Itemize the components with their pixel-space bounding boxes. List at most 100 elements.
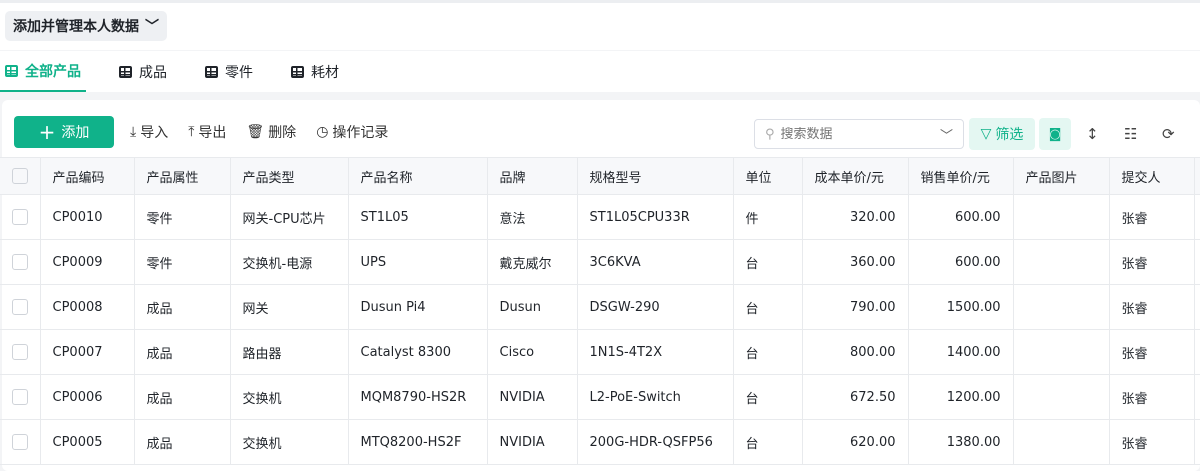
table-cell: 张睿 bbox=[1109, 374, 1195, 420]
column-header[interactable]: 产品属性 bbox=[134, 157, 231, 195]
delete-label: 删除 bbox=[268, 125, 297, 141]
table-cell: 1400.00 bbox=[908, 329, 1014, 375]
main-panel: +添加 ⤓导入 ⤒导出 🗑删除 ◷操作记录 ⚲﹀ ▽筛选 ◙ ↕ ☷ ⟳ 产品编… bbox=[0, 100, 1200, 471]
table-cell: NVIDIA bbox=[487, 374, 578, 420]
table-cell: 路由器 bbox=[230, 329, 349, 375]
tab-all-products[interactable]: 全部产品 bbox=[0, 51, 86, 92]
plus-icon: + bbox=[38, 120, 56, 144]
table-cell bbox=[1013, 284, 1110, 330]
search-box[interactable]: ⚲﹀ bbox=[754, 119, 964, 149]
table-cell: CP0005 bbox=[40, 419, 135, 465]
table-cell: 台 bbox=[733, 239, 803, 285]
table-icon bbox=[119, 65, 132, 78]
table-cell: CP0007 bbox=[40, 329, 135, 375]
tab-bar: 全部产品 成品 零件 耗材 bbox=[0, 51, 1200, 92]
table-cell: 成品 bbox=[134, 374, 231, 420]
table-cell: 台 bbox=[733, 374, 803, 420]
download-icon: ⤓ bbox=[130, 124, 137, 140]
top-bar: 添加并管理本人数据 ﹀ bbox=[0, 0, 1200, 50]
tab-label: 成品 bbox=[139, 64, 167, 81]
table-cell: 790.00 bbox=[802, 284, 909, 330]
table-row[interactable]: CP0007 成品 路由器 Catalyst 8300 Cisco 1N1S-4T2X 台 8… bbox=[0, 329, 1200, 375]
table-cell: 交换机-电源 bbox=[230, 239, 349, 285]
chevron-down-icon[interactable]: ﹀ bbox=[940, 125, 953, 144]
row-checkbox[interactable] bbox=[12, 299, 28, 315]
filter-icon: ▽ bbox=[980, 126, 992, 142]
column-header[interactable]: 品牌 bbox=[487, 157, 578, 195]
table-row[interactable]: CP0009 零件 交换机-电源 UPS 戴克威尔 3C6KVA 台 360.00 600.00… bbox=[0, 239, 1200, 285]
tab-parts[interactable]: 零件 bbox=[200, 51, 258, 92]
column-header[interactable]: 单位 bbox=[733, 157, 803, 195]
filter-button[interactable]: ▽ 筛选 bbox=[969, 118, 1035, 150]
tab-label: 耗材 bbox=[311, 64, 339, 81]
table-cell: 1N1S-4T2X bbox=[577, 329, 734, 375]
column-header[interactable]: 规格型号 bbox=[577, 157, 734, 195]
row-checkbox[interactable] bbox=[12, 434, 28, 450]
export-button[interactable]: ⤒ 导出 bbox=[188, 122, 226, 142]
table-cell: UPS bbox=[348, 239, 488, 285]
tab-label: 全部产品 bbox=[25, 63, 81, 80]
table-cell bbox=[1013, 419, 1110, 465]
search-icon: ⚲ bbox=[765, 126, 775, 142]
table-cell: 网关 bbox=[230, 284, 349, 330]
table-cell: L2-PoE-Switch bbox=[577, 374, 734, 420]
table-cell bbox=[1013, 239, 1110, 285]
column-header[interactable]: 提交人 bbox=[1109, 157, 1195, 195]
search-input[interactable] bbox=[780, 126, 934, 142]
row-checkbox[interactable] bbox=[12, 209, 28, 225]
table-cell: 600.00 bbox=[908, 239, 1014, 285]
table-cell: DSGW-290 bbox=[577, 284, 734, 330]
table-cell: CP0010 bbox=[40, 194, 135, 240]
sort-icon[interactable]: ↕ bbox=[1086, 125, 1099, 143]
row-checkbox[interactable] bbox=[12, 254, 28, 270]
table-cell: 台 bbox=[733, 284, 803, 330]
table-cell: Catalyst 8300 bbox=[348, 329, 488, 375]
table-cell: 件 bbox=[733, 194, 803, 240]
table-cell: CP0009 bbox=[40, 239, 135, 285]
column-header[interactable]: 产品图片 bbox=[1013, 157, 1110, 195]
refresh-icon[interactable]: ⟳ bbox=[1162, 125, 1175, 143]
column-header[interactable]: 销售单价/元 bbox=[908, 157, 1014, 195]
table-row[interactable]: CP0006 成品 交换机 MQM8790-HS2R NVIDIA L2-PoE-Swit… bbox=[0, 374, 1200, 420]
table-icon bbox=[205, 65, 218, 78]
select-all-checkbox[interactable] bbox=[12, 168, 28, 184]
table-cell: Cisco bbox=[487, 329, 578, 375]
view-button[interactable]: ◙ bbox=[1039, 118, 1071, 150]
row-checkbox[interactable] bbox=[12, 389, 28, 405]
table-cell: 零件 bbox=[134, 239, 231, 285]
table-cell bbox=[1013, 194, 1110, 240]
column-header[interactable]: 产品名称 bbox=[348, 157, 488, 195]
table-cell: 张睿 bbox=[1109, 284, 1195, 330]
product-table: 产品编码 产品属性 产品类型 产品名称 品牌 规格型号 单位 成本单价/元 销售单价/元 产品图片… bbox=[0, 157, 1200, 465]
column-header[interactable]: 产品编码 bbox=[40, 157, 135, 195]
table-cell: 成品 bbox=[134, 284, 231, 330]
table-cell: 意法 bbox=[487, 194, 578, 240]
column-header[interactable]: 成本单价/元 bbox=[802, 157, 909, 195]
table-row[interactable]: CP0010 零件 网关-CPU芯片 ST1L05 意法 ST1L05CPU33R 件 320… bbox=[0, 194, 1200, 240]
group-icon[interactable]: ☷ bbox=[1124, 125, 1137, 143]
tab-consumables[interactable]: 耗材 bbox=[286, 51, 344, 92]
import-label: 导入 bbox=[140, 125, 169, 141]
import-button[interactable]: ⤓ 导入 bbox=[130, 122, 168, 142]
scope-label: 添加并管理本人数据 bbox=[13, 19, 139, 35]
column-header[interactable]: 产品类型 bbox=[230, 157, 349, 195]
table-cell: 台 bbox=[733, 329, 803, 375]
row-checkbox[interactable] bbox=[12, 344, 28, 360]
table-cell: ST1L05 bbox=[348, 194, 488, 240]
chevron-down-icon: ﹀ bbox=[145, 19, 159, 35]
data-scope-dropdown[interactable]: 添加并管理本人数据 ﹀ bbox=[5, 11, 167, 41]
history-button[interactable]: ◷ 操作记录 bbox=[316, 122, 388, 142]
add-button[interactable]: + 添加 bbox=[14, 116, 114, 148]
table-cell: 台 bbox=[733, 419, 803, 465]
table-cell: 成品 bbox=[134, 329, 231, 375]
tab-finished[interactable]: 成品 bbox=[114, 51, 172, 92]
filter-label: 筛选 bbox=[995, 127, 1024, 143]
table-cell: ST1L05CPU33R bbox=[577, 194, 734, 240]
toolbar: + 添加 ⤓ 导入 ⤒ 导出 🗑 删除 ◷ 操作记录 bbox=[14, 116, 408, 148]
table-row[interactable]: CP0008 成品 网关 Dusun Pi4 Dusun DSGW-290 台 790.00 1… bbox=[0, 284, 1200, 330]
table-cell bbox=[1013, 329, 1110, 375]
delete-button[interactable]: 🗑 删除 bbox=[246, 122, 296, 142]
table-cell: 800.00 bbox=[802, 329, 909, 375]
clock-icon: ◷ bbox=[316, 124, 329, 140]
table-row[interactable]: CP0005 成品 交换机 MTQ8200-HS2F NVIDIA 200G-HDR-QS… bbox=[0, 419, 1200, 465]
